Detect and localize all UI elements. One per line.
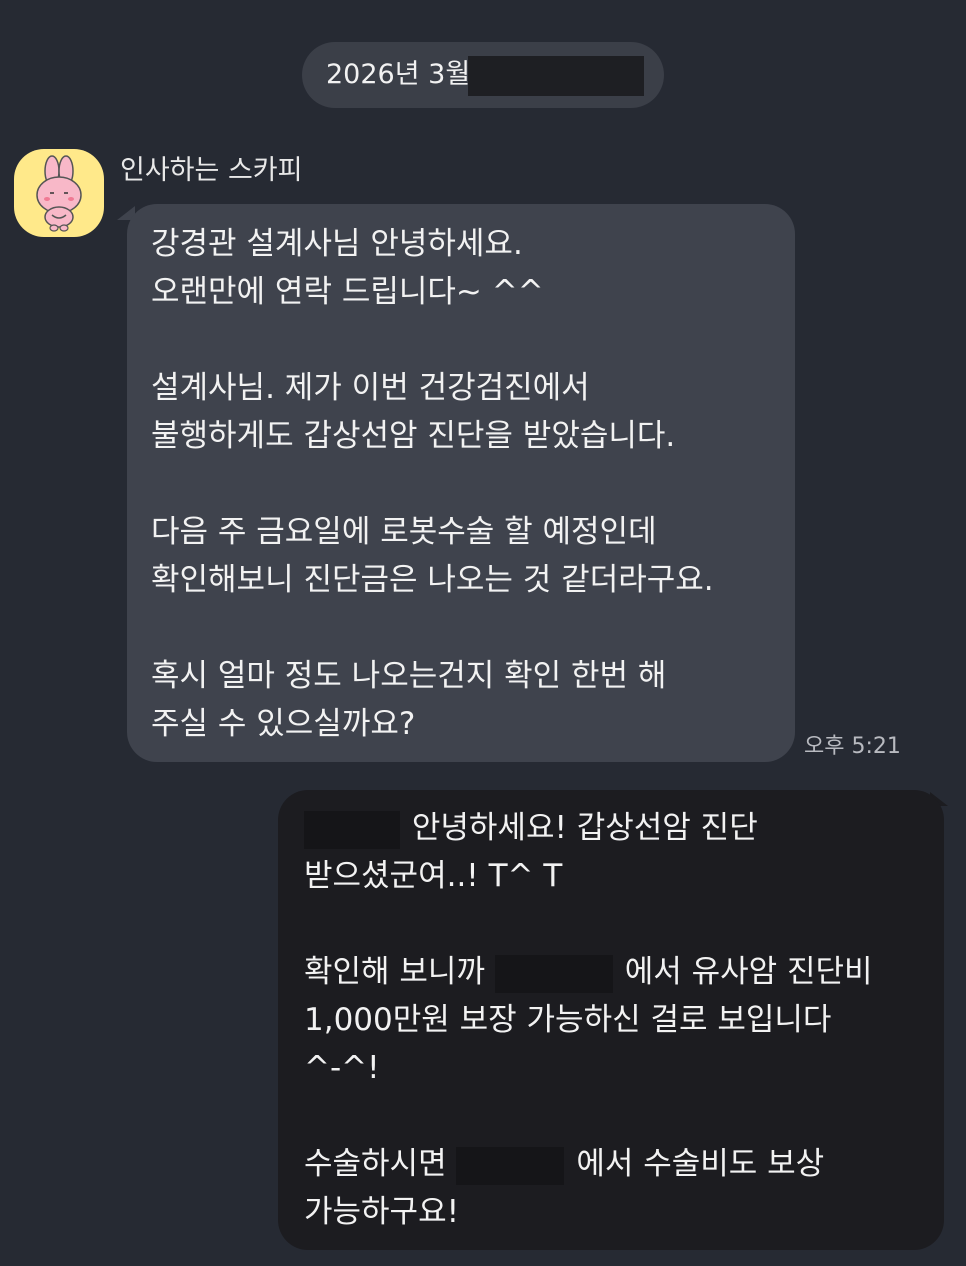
- outgoing-line-text: 에서 유사암 진단비: [624, 954, 873, 990]
- incoming-line-blank: [151, 460, 714, 508]
- date-divider-label: 2026년 3월: [326, 59, 471, 90]
- date-redaction: [468, 56, 644, 96]
- redaction-box: [494, 954, 613, 993]
- incoming-line: 강경관 설계사님 안녕하세요.: [151, 226, 523, 262]
- redaction-box: [456, 1146, 565, 1185]
- outgoing-message-text: 안녕하세요! 갑상선암 진단 받으셨군여..! T^ T 확인해 보니까 에서 …: [304, 804, 873, 1236]
- avatar-rabbit-drawing: [36, 155, 82, 232]
- incoming-line: 다음 주 금요일에 로봇수술 할 예정인데: [151, 514, 657, 550]
- outgoing-line: 수술하시면 에서 수술비도 보상: [304, 1140, 873, 1188]
- outgoing-line-text: 에서 수술비도 보상: [576, 1146, 825, 1182]
- incoming-line: 주실 수 있으실까요?: [151, 706, 416, 742]
- date-divider: 2026년 3월: [302, 42, 664, 108]
- outgoing-line-text: 안녕하세요! 갑상선암 진단: [411, 810, 758, 846]
- outgoing-line: 가능하구요!: [304, 1194, 460, 1230]
- outgoing-line: 확인해 보니까 에서 유사암 진단비: [304, 948, 873, 996]
- incoming-line: 설계사님. 제가 이번 건강검진에서: [151, 370, 590, 406]
- incoming-message-text: 강경관 설계사님 안녕하세요. 오랜만에 연락 드립니다~ ^^ 설계사님. 제…: [151, 220, 714, 748]
- pink-rabbit-sticker-icon[interactable]: [14, 149, 104, 237]
- outgoing-line: ^-^!: [304, 1050, 380, 1086]
- outgoing-message-bubble[interactable]: 안녕하세요! 갑상선암 진단 받으셨군여..! T^ T 확인해 보니까 에서 …: [278, 790, 944, 1250]
- incoming-line: 확인해보니 진단금은 나오는 것 같더라구요.: [151, 562, 714, 598]
- message-timestamp: 오후 5:21: [804, 734, 901, 759]
- outgoing-line-text: 수술하시면: [304, 1146, 447, 1182]
- incoming-line-blank: [151, 604, 714, 652]
- outgoing-line: 1,000만원 보장 가능하신 걸로 보입니다: [304, 1002, 832, 1038]
- sender-name: 인사하는 스카피: [120, 155, 303, 186]
- incoming-message-bubble[interactable]: 강경관 설계사님 안녕하세요. 오랜만에 연락 드립니다~ ^^ 설계사님. 제…: [127, 204, 795, 762]
- incoming-line: 불행하게도 갑상선암 진단을 받았습니다.: [151, 418, 676, 454]
- outgoing-line-blank: [304, 900, 873, 948]
- outgoing-line-text: 확인해 보니까: [304, 954, 485, 990]
- outgoing-line: 안녕하세요! 갑상선암 진단: [304, 804, 873, 852]
- incoming-line: 오랜만에 연락 드립니다~ ^^: [151, 274, 544, 310]
- redaction-box: [304, 810, 400, 849]
- incoming-line-blank: [151, 316, 714, 364]
- incoming-line: 혹시 얼마 정도 나오는건지 확인 한번 해: [151, 658, 667, 694]
- outgoing-line-blank: [304, 1092, 873, 1140]
- outgoing-line: 받으셨군여..! T^ T: [304, 858, 563, 894]
